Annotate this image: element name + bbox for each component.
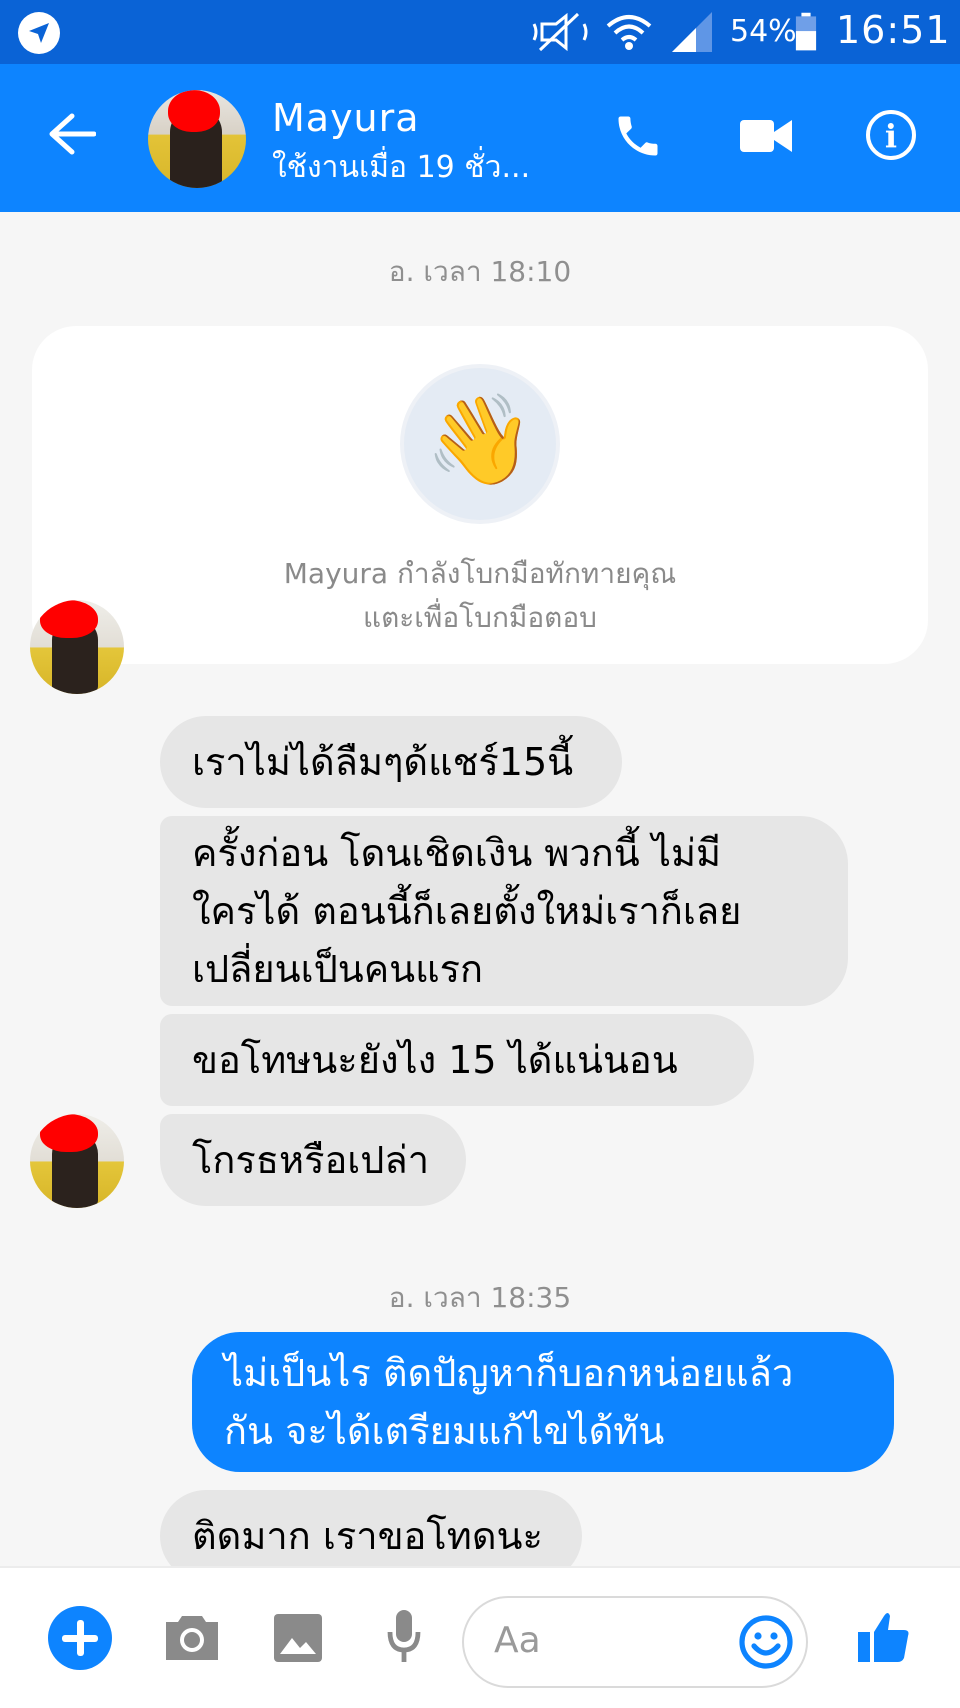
cell-signal-icon <box>672 12 712 52</box>
microphone-icon[interactable] <box>386 1608 422 1666</box>
sender-avatar[interactable] <box>30 1114 124 1208</box>
conversation-header: Mayura ใช้งานเมื่อ 19 ชั่ว... i <box>0 64 960 212</box>
info-icon[interactable]: i <box>866 110 916 160</box>
navigation-icon <box>18 12 60 54</box>
incoming-message[interactable]: โกรธหรือเปล่า <box>160 1114 466 1206</box>
clock: 16:51 <box>836 8 951 52</box>
message-input[interactable]: Aa <box>462 1596 808 1688</box>
video-call-icon[interactable] <box>740 116 792 156</box>
wave-reply-hint: แตะเพื่อโบกมือตอบ <box>363 601 597 634</box>
outgoing-message[interactable]: ไม่เป็นไร ติดปัญหาก็บอกหน่อยแล้ว กัน จะไ… <box>192 1332 894 1472</box>
wifi-icon <box>606 15 652 50</box>
incoming-message[interactable]: ขอโทษนะยังไง 15 ได้แน่นอน <box>160 1014 754 1106</box>
incoming-message[interactable]: ครั้งก่อน โดนเชิดเงิน พวกนี้ ไม่มี ใครได… <box>160 816 848 1006</box>
sender-avatar[interactable] <box>30 600 124 694</box>
message-timestamp: อ. เวลา 18:10 <box>388 255 572 288</box>
plus-icon[interactable] <box>48 1606 112 1670</box>
camera-icon[interactable] <box>164 1612 220 1662</box>
incoming-message[interactable]: เราไม่ได้ลืมๆด้แชร์15นี้ <box>160 716 622 808</box>
wave-message: Mayura กำลังโบกมือทักทายคุณ <box>283 557 677 590</box>
active-status: ใช้งานเมื่อ 19 ชั่ว... <box>272 150 531 185</box>
emoji-icon[interactable] <box>738 1614 794 1670</box>
contact-name[interactable]: Mayura <box>272 96 420 140</box>
message-input-placeholder: Aa <box>494 1620 541 1661</box>
phone-call-icon[interactable] <box>612 110 664 162</box>
back-arrow-icon[interactable] <box>48 112 96 156</box>
contact-avatar[interactable] <box>148 90 246 188</box>
image-icon[interactable] <box>272 1612 324 1664</box>
battery-percent: 54% <box>730 14 797 49</box>
status-bar: 54% 16:51 <box>0 0 960 64</box>
message-timestamp: อ. เวลา 18:35 <box>388 1281 572 1314</box>
wave-card[interactable]: 👋 Mayura กำลังโบกมือทักทายคุณ แตะเพื่อโบ… <box>32 326 928 664</box>
mute-vibrate-icon <box>532 12 588 52</box>
thumbs-up-icon[interactable] <box>856 1608 912 1664</box>
battery-icon <box>795 12 817 51</box>
waving-hand-icon[interactable]: 👋 <box>400 364 560 524</box>
message-composer: Aa <box>0 1566 960 1708</box>
